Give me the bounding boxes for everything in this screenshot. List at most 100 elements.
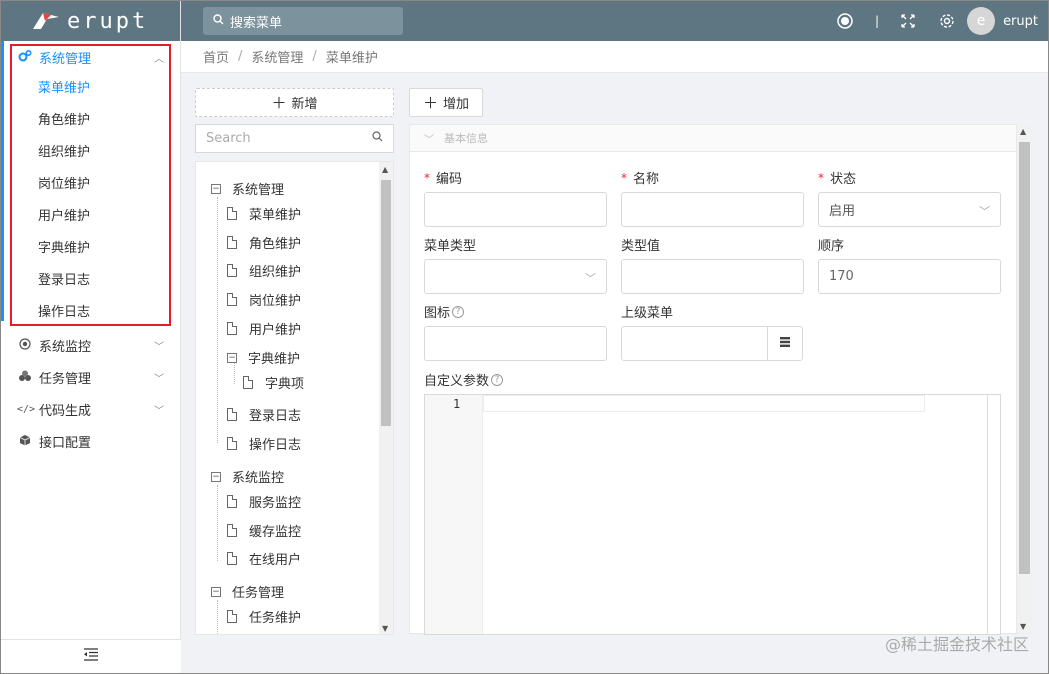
section-header[interactable]: ﹀ 基本信息 (410, 125, 1016, 152)
help-icon[interactable]: ? (491, 373, 504, 386)
collapse-sidebar-button[interactable] (1, 639, 181, 673)
breadcrumb-system[interactable]: 系统管理 (251, 47, 303, 66)
collapse-icon[interactable]: − (211, 471, 221, 482)
scroll-down-icon[interactable]: ▼ (1020, 622, 1026, 631)
sidebar-item-operation-log[interactable]: 操作日志 (1, 297, 180, 329)
sidebar-item-dict-maintenance[interactable]: 字典维护 (1, 233, 180, 265)
collapse-icon[interactable]: − (211, 586, 221, 597)
tree-node-op-log[interactable]: 操作日志 (227, 434, 301, 453)
logo-text: erupt (67, 8, 149, 34)
tree-node-task-management[interactable]: − 任务管理 (211, 582, 284, 601)
plus-icon: ＋ (422, 94, 438, 112)
sidebar-item-post-maintenance[interactable]: 岗位维护 (1, 169, 180, 201)
chevron-down-icon: ﹀ (424, 134, 434, 146)
form-scrollbar[interactable]: ▲ ▼ (1017, 124, 1032, 634)
code-field[interactable] (424, 192, 607, 227)
tree-node-org[interactable]: 组织维护 (227, 261, 301, 280)
file-icon (227, 322, 237, 335)
tree-node-role[interactable]: 角色维护 (227, 233, 301, 252)
logo[interactable]: erupt (1, 1, 180, 41)
tree-node-server-monitor[interactable]: 服务监控 (227, 492, 301, 511)
tree-node-dict-item[interactable]: 字典项 (243, 373, 304, 392)
editor-scrollbar[interactable] (987, 395, 1000, 634)
tree-node-label: 系统监控 (232, 471, 285, 486)
tree-node-label: 在线用户 (249, 553, 302, 568)
add-button[interactable]: ＋ 增加 (409, 88, 483, 117)
tree-scrollbar[interactable]: ▲ ▼ (379, 162, 393, 634)
cube-icon (17, 434, 33, 449)
menu-group-task-management[interactable]: 任务管理 ﹀ (1, 361, 180, 393)
chevron-down-icon: ﹀ (154, 374, 164, 385)
chevron-down-icon: ﹀ (154, 342, 164, 353)
file-icon (227, 236, 237, 249)
tree-node-post[interactable]: 岗位维护 (227, 290, 301, 309)
status-select[interactable]: 启用 ﹀ (818, 192, 1001, 227)
tree-node-online-users[interactable]: 在线用户 (227, 549, 301, 568)
tree-node-menu[interactable]: 菜单维护 (227, 204, 301, 223)
tree-node-dict[interactable]: − 字典维护 (227, 348, 300, 367)
tree-node-login-log[interactable]: 登录日志 (227, 405, 301, 424)
tree-node-label: 菜单维护 (249, 208, 302, 223)
sidebar-item-user-maintenance[interactable]: 用户维护 (1, 201, 180, 233)
scroll-down-icon[interactable]: ▼ (382, 624, 388, 633)
status-value: 启用 (829, 204, 856, 219)
collapse-icon[interactable]: − (227, 352, 237, 363)
tree-node-task-maintenance[interactable]: 任务维护 (227, 607, 301, 626)
breadcrumb: 首页 / 系统管理 / 菜单维护 (181, 41, 1048, 73)
sidebar-item-menu-maintenance[interactable]: 菜单维护 (1, 73, 180, 105)
tree-search-input[interactable]: Search (195, 124, 394, 153)
menu-search-input[interactable]: 搜索菜单 (203, 7, 403, 35)
breadcrumb-home[interactable]: 首页 (203, 47, 229, 66)
file-icon (227, 437, 237, 450)
parent-menu-field[interactable] (621, 326, 768, 361)
type-value-field[interactable] (621, 259, 804, 294)
file-icon (243, 376, 253, 389)
name-field[interactable] (621, 192, 804, 227)
chevron-up-icon: ︿ (154, 54, 164, 65)
add-node-button[interactable]: ＋ 新增 (195, 88, 394, 117)
sidebar-item-role-maintenance[interactable]: 角色维护 (1, 105, 180, 137)
editor-current-line[interactable] (483, 395, 925, 412)
file-icon (227, 610, 237, 623)
menu-group-label: 系统管理 (39, 51, 92, 67)
avatar[interactable]: e (967, 7, 996, 35)
menu-group-system-management[interactable]: 系统管理 ︿ (1, 41, 180, 73)
code-icon: </> (17, 403, 36, 415)
help-icon[interactable]: ? (452, 305, 465, 318)
sidebar-item-login-log[interactable]: 登录日志 (1, 265, 180, 297)
tree-scroll-thumb[interactable] (381, 180, 391, 426)
settings-gear-icon[interactable] (939, 13, 955, 29)
collapse-icon[interactable]: − (211, 183, 221, 194)
file-icon (227, 293, 237, 306)
tree-node-cache-monitor[interactable]: 缓存监控 (227, 521, 301, 540)
tree-node-label: 操作日志 (249, 438, 302, 453)
form-scroll-thumb[interactable] (1019, 142, 1030, 574)
sidebar-item-org-maintenance[interactable]: 组织维护 (1, 137, 180, 169)
header-actions: | e erupt (825, 1, 1038, 41)
scroll-up-icon[interactable]: ▲ (382, 165, 388, 174)
username[interactable]: erupt (1003, 14, 1038, 29)
status-label-text: 状态 (830, 172, 857, 187)
menu-group-code-generation[interactable]: </> 代码生成 ﹀ (1, 393, 180, 425)
chevron-down-icon: ﹀ (585, 272, 596, 285)
scroll-up-icon[interactable]: ▲ (1020, 127, 1026, 136)
tree-node-system-monitor[interactable]: − 系统监控 (211, 467, 284, 486)
custom-params-code-editor[interactable]: 1 (424, 394, 1001, 635)
record-icon[interactable] (837, 13, 853, 29)
menu-type-select[interactable]: ﹀ (424, 259, 607, 294)
menu-group-system-monitor[interactable]: 系统监控 ﹀ (1, 329, 180, 361)
tree-node-label: 任务管理 (232, 586, 285, 601)
tree-node-label: 字典维护 (248, 352, 301, 367)
status-label: * 状态 (818, 168, 857, 188)
menu-group-label: 代码生成 (39, 403, 92, 419)
order-label: 顺序 (818, 239, 845, 254)
order-field[interactable]: 170 (818, 259, 1001, 294)
menu-group-api-config[interactable]: 接口配置 (1, 425, 180, 457)
task-icon (17, 370, 33, 385)
icon-field[interactable] (424, 326, 607, 361)
tree-node-system-management[interactable]: − 系统管理 (211, 179, 284, 198)
table-icon (779, 336, 791, 352)
fullscreen-icon[interactable] (901, 14, 915, 28)
parent-menu-picker-button[interactable] (767, 326, 803, 361)
tree-node-user[interactable]: 用户维护 (227, 319, 301, 338)
